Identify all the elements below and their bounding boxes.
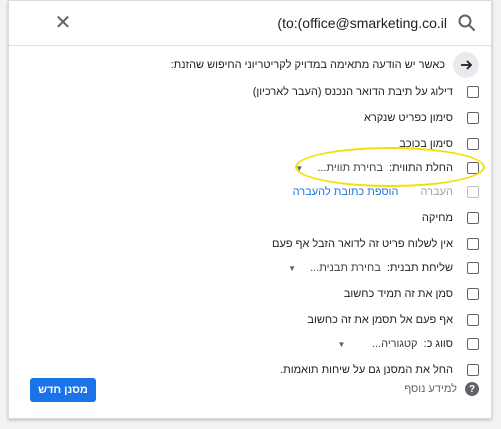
option-label: סווג כ: bbox=[423, 338, 453, 350]
search-query[interactable]: (to:(office@smarketing.co.il bbox=[277, 15, 447, 31]
select-value: קטגוריה... bbox=[371, 338, 418, 350]
option-mark-read[interactable]: סימון כפריט שנקרא bbox=[364, 108, 479, 128]
option-skip-inbox[interactable]: דילוג על תיבת הדואר הנכנס (העבר לארכיון) bbox=[253, 82, 479, 102]
checkbox[interactable] bbox=[467, 338, 479, 350]
filter-options: כאשר יש הודעה מתאימה במדויק לקריטריוני ה… bbox=[9, 45, 491, 418]
create-filter-button[interactable]: מסנן חדש bbox=[30, 378, 96, 402]
option-always-important[interactable]: סמן את זה תמיד כחשוב bbox=[344, 284, 479, 304]
add-forward-address-link[interactable]: הוספת כתובת להעברה bbox=[293, 186, 399, 198]
option-label: סמן את זה תמיד כחשוב bbox=[343, 288, 453, 300]
checkbox[interactable] bbox=[467, 138, 479, 150]
checkbox[interactable] bbox=[467, 238, 479, 250]
search-bar: ✕ (to:(office@smarketing.co.il bbox=[9, 1, 491, 46]
checkbox[interactable] bbox=[467, 262, 479, 274]
checkbox[interactable] bbox=[467, 112, 479, 124]
checkbox[interactable] bbox=[467, 288, 479, 300]
learn-more-link[interactable]: ? למידע נוסף bbox=[404, 382, 479, 396]
option-categorize[interactable]: סווג כ: קטגוריה... ▼ bbox=[338, 334, 479, 354]
dropdown-icon: ▼ bbox=[337, 339, 346, 349]
option-label: אף פעם אל תסמן את זה כחשוב bbox=[307, 314, 453, 326]
help-icon: ? bbox=[465, 382, 479, 396]
select-value: בחירת תווית... bbox=[317, 162, 383, 174]
label-select[interactable]: בחירת תווית... ▼ bbox=[295, 162, 383, 174]
option-send-template[interactable]: שליחת תבנית: בחירת תבנית... ▼ bbox=[288, 258, 479, 278]
option-forward: העברה הוספת כתובת להעברה bbox=[293, 182, 479, 202]
checkbox[interactable] bbox=[467, 162, 479, 174]
dropdown-icon: ▼ bbox=[288, 263, 297, 273]
option-label: סימון בכוכב bbox=[399, 138, 453, 150]
option-label: שליחת תבנית: bbox=[386, 262, 453, 274]
option-delete[interactable]: מחיקה bbox=[422, 208, 479, 228]
search-icon[interactable] bbox=[455, 11, 479, 35]
filter-dialog: ✕ (to:(office@smarketing.co.il כאשר יש ה… bbox=[8, 0, 492, 419]
option-label: העברה bbox=[420, 186, 453, 198]
category-select[interactable]: קטגוריה... ▼ bbox=[338, 338, 418, 350]
dialog-footer: ? למידע נוסף מסנן חדש bbox=[9, 364, 491, 418]
arrow-right-icon bbox=[453, 52, 479, 78]
criteria-info: כאשר יש הודעה מתאימה במדויק לקריטריוני ה… bbox=[171, 51, 479, 79]
option-never-spam[interactable]: אין לשלוח פריט זה לדואר הזבל אף פעם bbox=[272, 234, 479, 254]
option-label: דילוג על תיבת הדואר הנכנס (העבר לארכיון) bbox=[252, 86, 453, 98]
option-label: החלת התווית: bbox=[388, 162, 453, 174]
option-label: סימון כפריט שנקרא bbox=[364, 112, 453, 124]
select-value: בחירת תבנית... bbox=[310, 262, 381, 274]
checkbox[interactable] bbox=[467, 86, 479, 98]
checkbox[interactable] bbox=[467, 314, 479, 326]
dropdown-icon: ▼ bbox=[295, 163, 304, 173]
option-never-important[interactable]: אף פעם אל תסמן את זה כחשוב bbox=[307, 310, 479, 330]
checkbox bbox=[467, 186, 479, 198]
learn-more-label: למידע נוסף bbox=[404, 383, 457, 395]
option-label: מחיקה bbox=[421, 212, 453, 224]
criteria-text: כאשר יש הודעה מתאימה במדויק לקריטריוני ה… bbox=[170, 59, 445, 71]
template-select[interactable]: בחירת תבנית... ▼ bbox=[288, 262, 381, 274]
option-apply-label[interactable]: החלת התווית: בחירת תווית... ▼ bbox=[295, 158, 479, 178]
option-star[interactable]: סימון בכוכב bbox=[399, 134, 479, 154]
option-label: אין לשלוח פריט זה לדואר הזבל אף פעם bbox=[271, 238, 453, 250]
checkbox[interactable] bbox=[467, 212, 479, 224]
close-icon[interactable]: ✕ bbox=[51, 11, 75, 35]
